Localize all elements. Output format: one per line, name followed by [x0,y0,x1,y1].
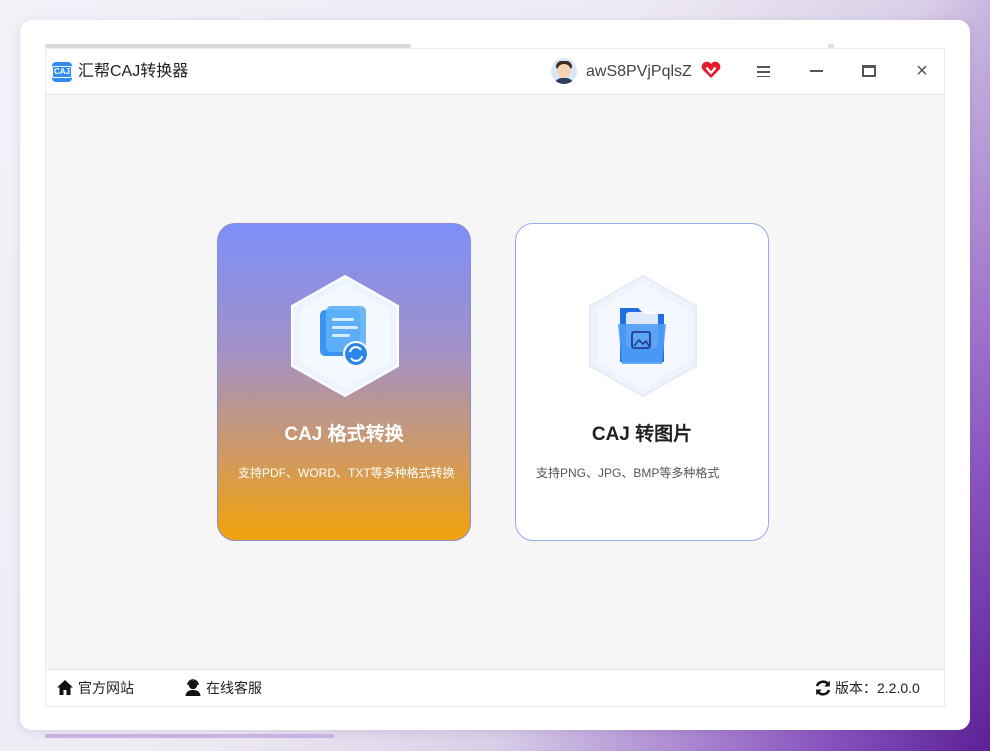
format-convert-card[interactable]: CAJ 格式转换 支持PDF、WORD、TXT等多种格式转换 [217,223,471,541]
version-label: 版本：2.2.0.0 [835,680,920,696]
online-support-link[interactable]: 在线客服 [184,679,284,697]
app-window: CAJ 汇帮CAJ转换器 awS8PVjPqlsZ × CAJ 格式转换 支持P… [45,48,945,707]
maximize-button[interactable] [857,59,881,83]
minimize-button[interactable] [804,59,828,83]
maximize-icon [862,65,876,77]
vip-heart-icon[interactable] [701,61,721,79]
version-info[interactable]: 版本：2.2.0.0 [814,679,939,697]
customer-service-icon [185,679,201,696]
close-button[interactable]: × [910,59,934,83]
folder-image-icon [589,274,697,398]
home-icon [57,680,73,695]
logo-text: CAJ [52,66,73,78]
online-support-label: 在线客服 [206,680,262,696]
background-window-strip-bottom [45,734,334,738]
image-convert-card[interactable]: CAJ 转图片 支持PNG、JPG、BMP等多种格式 [515,223,769,541]
official-website-link[interactable]: 官方网站 [56,679,156,697]
menu-button[interactable] [751,59,775,83]
title-bar[interactable]: CAJ 汇帮CAJ转换器 awS8PVjPqlsZ × [46,49,944,95]
minimize-icon [809,70,823,73]
close-icon: × [916,60,928,82]
username[interactable]: awS8PVjPqlsZ [586,62,692,82]
refresh-icon [815,680,831,696]
caj-logo-icon: CAJ [52,62,73,82]
card-description: 支持PDF、WORD、TXT等多种格式转换 [238,466,455,480]
user-avatar-icon[interactable] [551,58,577,84]
official-website-label: 官方网站 [78,680,134,696]
card-description: 支持PNG、JPG、BMP等多种格式 [536,466,720,480]
document-convert-icon [291,274,399,398]
menu-icon [756,66,770,77]
card-title: CAJ 格式转换 [284,424,404,445]
status-bar: 官方网站 在线客服 版本：2.2.0.0 [46,669,944,706]
app-title: 汇帮CAJ转换器 [78,63,189,80]
card-title: CAJ 转图片 [591,424,693,445]
